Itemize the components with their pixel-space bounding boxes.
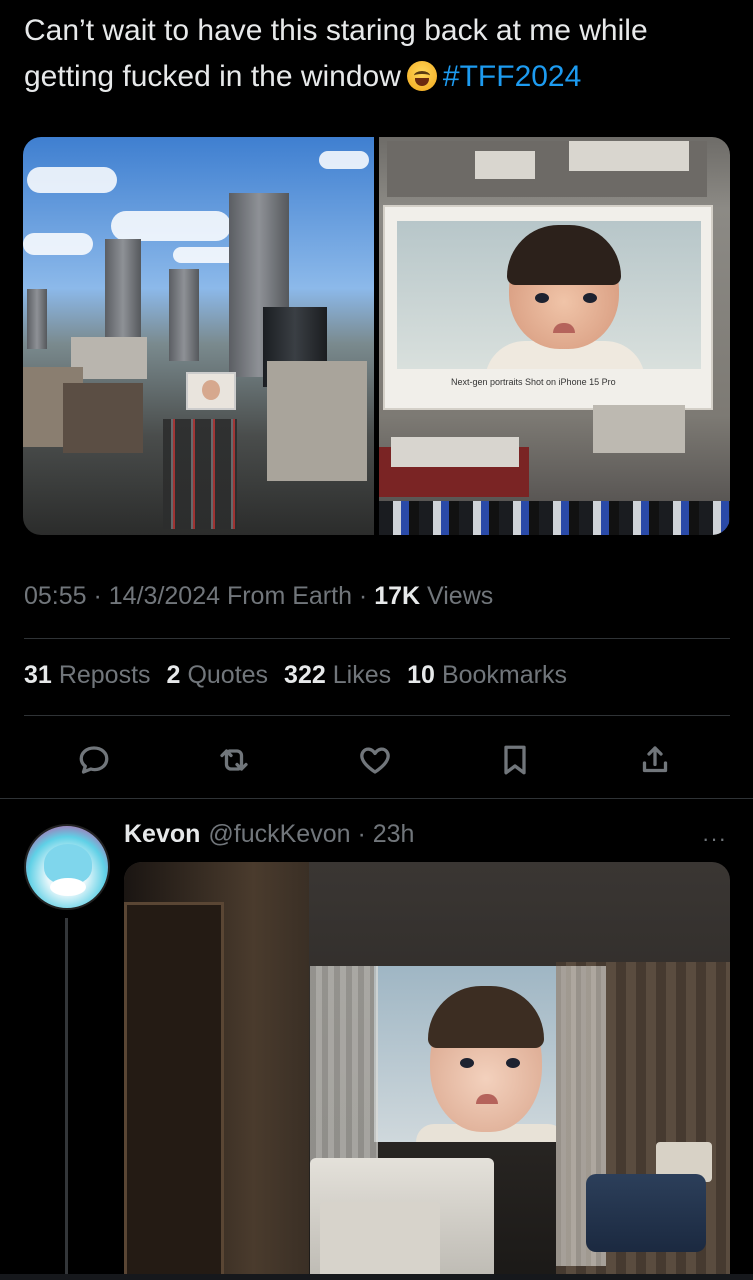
tweet-media[interactable]: Next-gen portraits Shot on iPhone 15 Pro <box>23 137 730 535</box>
billboard-thumbnail <box>186 372 236 410</box>
tweet-source: From Earth <box>226 582 352 610</box>
armchair <box>586 1174 706 1252</box>
tweet-stats: 31 Reposts 2 Quotes 322 Likes 10 Bookmarks <box>24 661 567 690</box>
billboard-caption: Next-gen portraits Shot on iPhone 15 Pro <box>451 377 616 387</box>
tweet-date: 14/3/2024 <box>108 582 220 610</box>
bottom-bar <box>0 1274 753 1280</box>
repost-icon <box>220 749 248 771</box>
reply-author-name[interactable]: Kevon <box>124 820 200 848</box>
bookmark-icon <box>504 745 526 775</box>
tweet-time: 05:55 <box>24 582 87 610</box>
quotes-stat[interactable]: 2 Quotes <box>167 661 269 690</box>
bookmarks-stat[interactable]: 10 Bookmarks <box>407 661 567 690</box>
likes-stat[interactable]: 322 Likes <box>284 661 391 690</box>
thread-line <box>65 918 68 1280</box>
repost-button[interactable] <box>212 738 256 782</box>
reply-icon <box>79 746 109 774</box>
like-button[interactable] <box>353 738 397 782</box>
reply-button[interactable] <box>72 738 116 782</box>
share-icon <box>642 746 668 773</box>
hashtag-link[interactable]: #TFF2024 <box>443 60 581 93</box>
action-bar <box>0 738 753 784</box>
reply-author-handle[interactable]: @fuckKevon · 23h <box>208 820 414 848</box>
billboard: Next-gen portraits Shot on iPhone 15 Pro <box>383 205 713 410</box>
divider <box>24 715 730 716</box>
views-count: 17K <box>374 582 421 610</box>
door <box>124 902 224 1280</box>
divider <box>0 798 753 799</box>
reposts-stat[interactable]: 31 Reposts <box>24 661 151 690</box>
views-label: Views <box>427 582 494 610</box>
reply-photo[interactable] <box>124 862 730 1280</box>
more-options-icon[interactable]: ··· <box>702 826 727 852</box>
divider <box>24 638 730 639</box>
like-icon <box>360 747 390 774</box>
bookmark-button[interactable] <box>493 738 537 782</box>
reply-time: 23h <box>372 820 415 848</box>
city-photo[interactable] <box>23 137 374 535</box>
laughing-emoji-icon <box>406 61 437 91</box>
tweet-text: Can’t wait to have this staring back at … <box>24 8 734 100</box>
share-button[interactable] <box>633 738 677 782</box>
billboard-photo[interactable]: Next-gen portraits Shot on iPhone 15 Pro <box>379 137 730 535</box>
tweet-meta: 05:55 · 14/3/2024 From Earth · 17K Views <box>24 582 494 610</box>
reply-tweet[interactable]: Kevon @fuckKevon · 23h ··· <box>0 800 753 1280</box>
reply-header: Kevon @fuckKevon · 23h <box>124 820 414 849</box>
avatar[interactable] <box>24 824 110 910</box>
